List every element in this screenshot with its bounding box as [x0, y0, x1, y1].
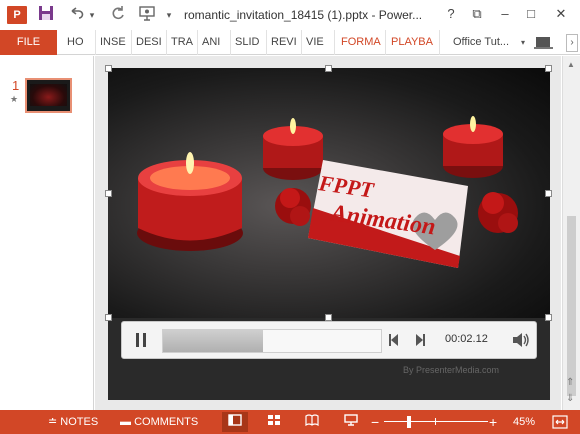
skip-back-icon[interactable]: [388, 333, 400, 347]
video-controls: 00:02.12: [121, 321, 537, 359]
reading-view-icon[interactable]: [299, 412, 325, 432]
rose-left: [275, 188, 311, 226]
resize-handle-left[interactable]: [105, 190, 112, 197]
resize-handle-bottom[interactable]: [325, 314, 332, 321]
maximize-button[interactable]: □: [520, 4, 542, 24]
tab-format[interactable]: FORMA: [338, 30, 386, 55]
tab-home[interactable]: HO: [64, 30, 96, 55]
close-button[interactable]: ✕: [550, 4, 572, 24]
tab-office-tutorials[interactable]: Office Tut...: [450, 30, 520, 55]
vertical-scrollbar[interactable]: ▲ ⇑ ⇓: [562, 56, 580, 410]
zoom-center-tick: [435, 418, 436, 425]
animation-star-icon: ★: [10, 94, 19, 104]
zoom-out-icon[interactable]: −: [371, 410, 379, 434]
minimize-button[interactable]: –: [494, 4, 516, 24]
slide-thumbnail-pane: 1 ★: [0, 56, 94, 410]
candle-back-left: [263, 118, 323, 180]
candles-photo: FPPT Animation: [108, 68, 550, 318]
resize-handle-top-left[interactable]: [105, 65, 112, 72]
slide-show-icon[interactable]: [338, 412, 364, 432]
previous-slide-icon[interactable]: ⇑: [566, 378, 574, 388]
customize-toolbar-icon[interactable]: ▾: [163, 5, 175, 25]
fit-to-window-icon[interactable]: [552, 415, 568, 429]
zoom-level[interactable]: 45%: [513, 410, 535, 434]
tab-design[interactable]: DESI: [133, 30, 167, 55]
resize-handle-top[interactable]: [325, 65, 332, 72]
undo-dropdown-icon[interactable]: ▾: [86, 5, 98, 25]
account-icon[interactable]: [533, 33, 555, 53]
tab-overflow-icon[interactable]: ▾: [521, 30, 531, 55]
tab-insert[interactable]: INSE: [97, 30, 132, 55]
normal-view-icon[interactable]: [222, 412, 248, 432]
tab-slideshow[interactable]: SLID: [232, 30, 267, 55]
skip-forward-icon[interactable]: [414, 333, 426, 347]
save-icon[interactable]: [36, 5, 56, 25]
tab-review[interactable]: REVI: [268, 30, 302, 55]
zoom-slider-thumb[interactable]: [407, 416, 412, 428]
zoom-slider[interactable]: [384, 421, 488, 422]
scroll-up-icon[interactable]: ▲: [567, 60, 575, 69]
comments-icon: ▬: [120, 416, 135, 428]
candle-front: [137, 152, 243, 251]
slide-canvas: FPPT Animation 00:02.12 By PresenterMedi…: [95, 56, 561, 410]
watermark-text: By PresenterMedia.com: [403, 365, 500, 375]
undo-icon[interactable]: [66, 5, 86, 25]
comments-label: COMMENTS: [134, 416, 199, 428]
slide-sorter-icon[interactable]: [261, 412, 287, 432]
resize-handle-bottom-right[interactable]: [545, 314, 552, 321]
next-slide-icon[interactable]: ⇓: [566, 394, 574, 404]
tab-file[interactable]: FILE: [0, 30, 57, 55]
notes-button[interactable]: ≐ NOTES: [48, 410, 98, 434]
slide-number: 1: [12, 78, 20, 93]
tab-animations[interactable]: ANI: [199, 30, 231, 55]
volume-icon[interactable]: [512, 332, 530, 348]
comments-button[interactable]: ▬ COMMENTS: [120, 410, 198, 434]
tab-playback[interactable]: PLAYBA: [388, 30, 440, 55]
video-time: 00:02.12: [445, 333, 488, 345]
window-title: romantic_invitation_18415 (1).pptx - Pow…: [184, 8, 423, 22]
video-slide[interactable]: FPPT Animation 00:02.12 By PresenterMedi…: [108, 68, 550, 400]
tab-transitions[interactable]: TRA: [168, 30, 198, 55]
seek-bar[interactable]: [162, 329, 382, 353]
candle-back-right: [443, 116, 503, 178]
resize-handle-right[interactable]: [545, 190, 552, 197]
redo-icon[interactable]: [108, 5, 128, 25]
scrollbar-thumb[interactable]: [567, 216, 576, 396]
notes-label: NOTES: [60, 416, 99, 428]
pause-icon[interactable]: [134, 332, 148, 348]
title-bar: P ▾ ▾ romantic_invitation_18415 (1).pptx…: [0, 0, 580, 30]
resize-handle-bottom-left[interactable]: [105, 314, 112, 321]
notes-icon: ≐: [48, 416, 61, 428]
collapse-ribbon-icon[interactable]: ›: [566, 34, 578, 52]
zoom-in-icon[interactable]: +: [489, 410, 497, 434]
tab-view[interactable]: VIE: [303, 30, 335, 55]
present-from-start-icon[interactable]: [136, 5, 158, 25]
slide-thumbnail[interactable]: [25, 78, 72, 113]
rose-right: [478, 192, 518, 233]
resize-handle-top-right[interactable]: [545, 65, 552, 72]
ribbon-tabs: FILE HO INSE DESI TRA ANI SLID REVI VIE …: [0, 30, 580, 55]
ribbon-display-options-button[interactable]: ⧉: [466, 4, 488, 24]
seek-progress: [163, 330, 264, 352]
thumbnail-image: [30, 84, 67, 106]
help-button[interactable]: ?: [440, 4, 462, 24]
status-bar: ≐ NOTES ▬ COMMENTS − + 45%: [0, 410, 580, 434]
powerpoint-logo-icon: P: [7, 6, 27, 24]
